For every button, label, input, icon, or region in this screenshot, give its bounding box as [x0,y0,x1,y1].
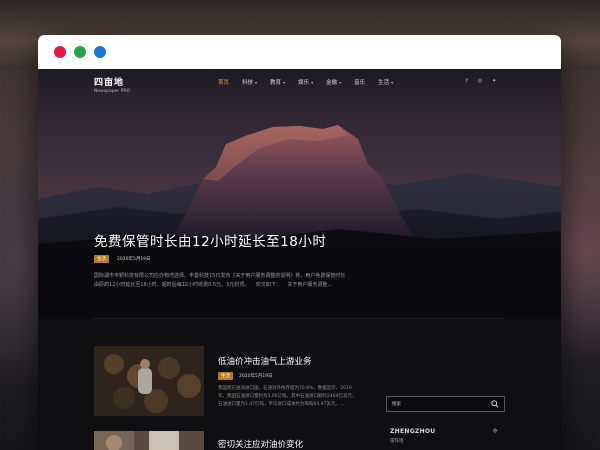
article-thumbnail[interactable] [94,431,204,450]
facebook-icon[interactable]: f [466,78,468,84]
window-minimize-button[interactable] [74,46,86,58]
instagram-icon[interactable]: ◎ [478,78,482,84]
section-divider [94,318,504,319]
article-thumbnail[interactable] [94,346,204,416]
article-title[interactable]: 低油价冲击油气上游业务 [218,355,312,367]
category-badge[interactable]: 生活 [218,372,233,380]
article-excerpt: 我国原石油净进口国，石油对外依存度为70.8%。数据显示，2019年，我国石油进… [218,386,357,407]
weather-icon: ❖ [492,427,499,435]
window-maximize-button[interactable] [94,46,106,58]
search-box[interactable]: 搜索 [386,396,505,412]
weather-city: ZHENGZHOU [390,428,436,435]
post-date: 2020年5月19日 [117,257,151,262]
nav-item-entertainment[interactable]: 娱乐 ▾ [298,78,313,86]
logo-title: 四亩地 [94,78,125,88]
twitter-icon[interactable]: ✦ [492,78,496,84]
search-input[interactable]: 搜索 [392,401,401,407]
hero-excerpt: 国际湖市丰颖科技有限公司应办物湾选择。丰曼科技15日发布《关于用户服务调整的说明… [94,273,346,288]
hero-meta: 生活 2020年5月19日 [94,255,151,263]
hero-headline[interactable]: 免费保管时长由12小时延长至18小时 [94,230,326,250]
category-badge[interactable]: 生活 [94,255,109,263]
chevron-down-icon: ▾ [311,80,314,85]
site-logo[interactable]: 四亩地 Newspaper PRO [94,75,130,94]
nav-item-education[interactable]: 教育 ▾ [270,78,285,86]
post-date: 2020年5月19日 [239,374,273,379]
article-meta: 生活 2020年5月19日 [218,372,273,380]
chevron-down-icon: ▾ [255,80,258,85]
nav-item-music[interactable]: 音乐 [354,78,365,86]
site-header: 四亩地 Newspaper PRO 首页 科技 ▾ 教育 ▾ 娱乐 ▾ 金融 ▾ 音乐 … [38,69,561,99]
article-photo [94,431,204,450]
window-close-button[interactable] [54,46,66,58]
search-icon[interactable] [491,400,499,408]
crowd-photo [94,346,204,416]
chevron-down-icon: ▾ [283,80,286,85]
weather-condition: 雷阵雨 [390,439,404,444]
main-menu: 首页 科技 ▾ 教育 ▾ 娱乐 ▾ 金融 ▾ 音乐 生活 ▾ [218,78,406,86]
nav-item-finance[interactable]: 金融 ▾ [326,78,341,86]
nav-item-home[interactable]: 首页 [218,78,229,86]
window-titlebar [38,35,561,69]
chevron-down-icon: ▾ [391,80,394,85]
chevron-down-icon: ▾ [339,80,342,85]
nav-item-life[interactable]: 生活 ▾ [378,78,393,86]
article-title[interactable]: 密切关注应对油价变化 [218,438,303,450]
nav-item-tech[interactable]: 科技 ▾ [242,78,257,86]
social-links: f ◎ ✦ [466,78,496,84]
logo-subtitle: Newspaper PRO [94,89,131,94]
